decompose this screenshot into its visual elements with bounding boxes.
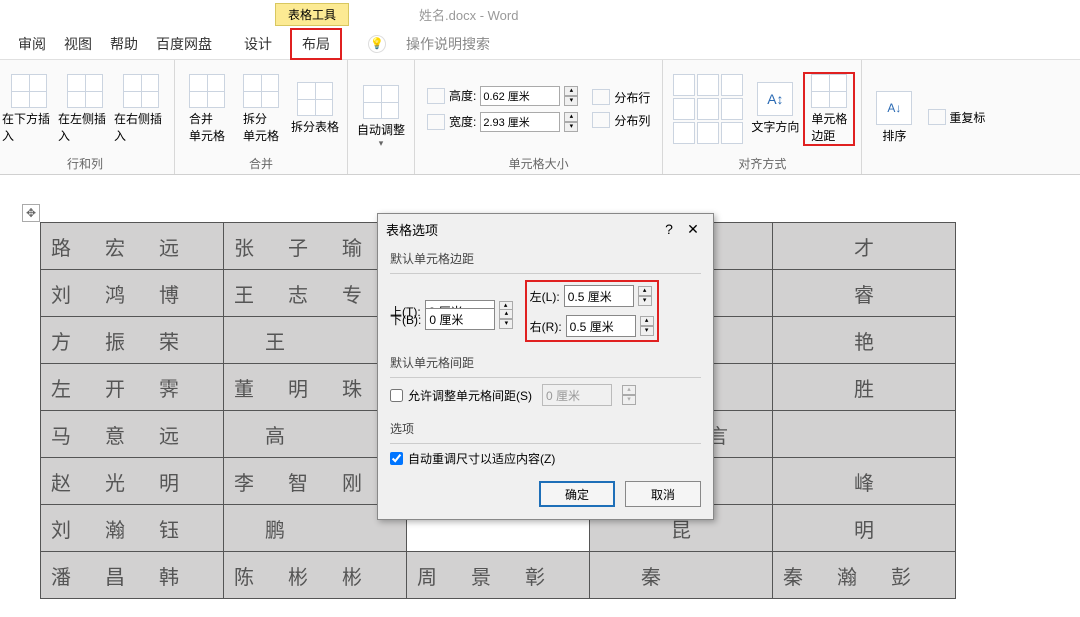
margin-left-label: 左(L): [530, 288, 560, 305]
insert-below-icon [11, 74, 47, 108]
options-label: 选项 [390, 420, 701, 437]
tab-review[interactable]: 审阅 [18, 34, 46, 54]
col-width-input[interactable] [480, 112, 560, 132]
cell-spacing-spinner: ▴▾ [622, 385, 636, 405]
split-table-button[interactable]: 拆分表格 [289, 82, 341, 135]
insert-left-icon [67, 74, 103, 108]
split-cells-label: 拆分 单元格 [243, 110, 279, 144]
margin-right-input[interactable] [566, 315, 636, 337]
table-move-handle[interactable]: ✥ [22, 204, 40, 222]
text-direction-label: 文字方向 [751, 118, 799, 135]
tab-help[interactable]: 帮助 [110, 34, 138, 54]
distribute-cols-button[interactable]: 分布列 [592, 112, 650, 129]
ok-button[interactable]: 确定 [539, 481, 615, 507]
margin-bottom-label: 下(B): [390, 311, 421, 328]
insert-right-label: 在右侧插入 [114, 110, 168, 144]
distribute-rows-button[interactable]: 分布行 [592, 89, 650, 106]
help-icon[interactable]: ? [657, 221, 681, 237]
autofit-group-label [354, 170, 408, 172]
tab-baidu-disk[interactable]: 百度网盘 [156, 34, 212, 54]
width-label: 宽度: [449, 113, 476, 130]
margin-left-input[interactable] [564, 285, 634, 307]
width-spinner[interactable]: ▴▾ [564, 112, 578, 132]
split-table-label: 拆分表格 [291, 118, 339, 135]
margin-left-spinner[interactable]: ▴▾ [638, 286, 652, 306]
distribute-cols-icon [592, 112, 610, 128]
rows-cols-group-label: 行和列 [2, 153, 168, 172]
width-icon [427, 114, 445, 130]
split-cells-icon [243, 74, 279, 108]
text-direction-icon: A↕ [757, 82, 793, 116]
text-direction-button[interactable]: A↕ 文字方向 [749, 82, 801, 135]
height-icon [427, 88, 445, 104]
insert-right-icon [123, 74, 159, 108]
split-cells-button[interactable]: 拆分 单元格 [235, 74, 287, 144]
insert-left-label: 在左侧插入 [58, 110, 112, 144]
autofit-button[interactable]: 自动调整 ▾ [354, 85, 408, 149]
auto-resize-label: 自动重调尺寸以适应内容(Z) [408, 450, 555, 467]
alignment-grid[interactable] [669, 70, 747, 148]
table-options-dialog: 表格选项 ? ✕ 默认单元格边距 上(T): ▴▾ 左(L): ▴▾ 右(R): [377, 213, 714, 520]
autofit-icon [363, 85, 399, 119]
table-tools-tab[interactable]: 表格工具 [275, 3, 349, 26]
data-group-label [868, 170, 991, 172]
row-height-input[interactable] [480, 86, 560, 106]
tell-me-search[interactable]: 操作说明搜索 [406, 34, 490, 54]
default-margins-label: 默认单元格边距 [390, 250, 701, 267]
repeat-header-icon [928, 109, 946, 125]
cell-margins-button[interactable]: 单元格 边距 [803, 72, 855, 146]
dialog-title: 表格选项 [386, 220, 657, 239]
lightbulb-icon: 💡 [368, 35, 386, 53]
table-row: 潘昌韩陈彬彬周景彰秦秦瀚彭 [41, 552, 956, 599]
auto-resize-checkbox[interactable]: 自动重调尺寸以适应内容(Z) [390, 450, 701, 467]
insert-below-button[interactable]: 在下方插入 [2, 74, 56, 144]
distribute-rows-icon [592, 89, 610, 105]
margin-right-label: 右(R): [530, 318, 562, 335]
autofit-label: 自动调整 [357, 121, 405, 138]
tab-layout[interactable]: 布局 [290, 28, 342, 60]
align-group-label: 对齐方式 [669, 153, 855, 172]
merge-group-label: 合并 [181, 153, 341, 172]
merge-cells-label: 合并 单元格 [189, 110, 225, 144]
height-label: 高度: [449, 87, 476, 104]
chevron-down-icon: ▾ [379, 138, 384, 149]
sort-button[interactable]: A↓ 排序 [868, 91, 920, 144]
tab-view[interactable]: 视图 [64, 34, 92, 54]
sort-icon: A↓ [876, 91, 912, 125]
insert-right-button[interactable]: 在右侧插入 [114, 74, 168, 144]
close-icon[interactable]: ✕ [681, 221, 705, 238]
insert-below-label: 在下方插入 [2, 110, 56, 144]
cell-margins-label: 单元格 边距 [811, 110, 847, 144]
default-spacing-label: 默认单元格间距 [390, 354, 701, 371]
cancel-button[interactable]: 取消 [625, 481, 701, 507]
margin-right-spinner[interactable]: ▴▾ [640, 316, 654, 336]
allow-spacing-label: 允许调整单元格间距(S) [408, 387, 532, 404]
height-spinner[interactable]: ▴▾ [564, 86, 578, 106]
sort-label: 排序 [882, 127, 906, 144]
insert-left-button[interactable]: 在左侧插入 [58, 74, 112, 144]
document-title: 姓名.docx - Word [419, 5, 518, 24]
cell-margins-icon [811, 74, 847, 108]
cellsize-group-label: 单元格大小 [421, 153, 656, 172]
split-table-icon [297, 82, 333, 116]
repeat-header-button[interactable]: 重复标 [928, 109, 985, 126]
merge-cells-icon [189, 74, 225, 108]
tab-design[interactable]: 设计 [244, 34, 272, 54]
margin-bottom-input[interactable] [425, 308, 495, 330]
margin-bottom-spinner[interactable]: ▴▾ [499, 309, 513, 329]
allow-cell-spacing-checkbox[interactable]: 允许调整单元格间距(S) [390, 387, 532, 404]
cell-spacing-input [542, 384, 612, 406]
merge-cells-button[interactable]: 合并 单元格 [181, 74, 233, 144]
